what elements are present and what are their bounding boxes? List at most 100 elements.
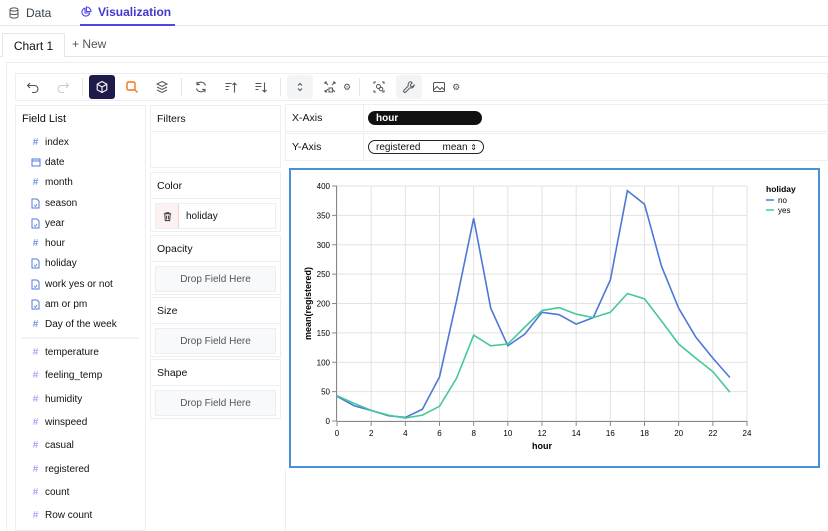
field-item-date[interactable]: date bbox=[16, 152, 145, 172]
undo-button[interactable] bbox=[20, 75, 46, 99]
search-icon bbox=[126, 81, 138, 93]
redo-button[interactable] bbox=[50, 75, 76, 99]
measure-list: # temperature # feeling_temp # humidity # winsp… bbox=[16, 341, 145, 527]
fit-screen-button[interactable] bbox=[317, 75, 343, 99]
color-panel: Color holiday bbox=[150, 172, 281, 232]
expand-collapse-button[interactable] bbox=[287, 75, 313, 99]
y-tick-label: 250 bbox=[317, 270, 331, 279]
field-item-feeling_temp[interactable]: # feeling_temp bbox=[16, 364, 145, 387]
measure-icon: # bbox=[32, 393, 39, 405]
size-panel: Size Drop Field Here bbox=[150, 297, 281, 357]
field-item-year[interactable]: year bbox=[16, 213, 145, 233]
x-tick-label: 14 bbox=[572, 429, 581, 438]
text-file-icon bbox=[29, 198, 42, 209]
field-item-month[interactable]: # month bbox=[16, 173, 145, 193]
field-item-season[interactable]: season bbox=[16, 193, 145, 213]
field-item-day-of-the-week[interactable]: # Day of the week bbox=[16, 315, 145, 335]
x-tick-label: 0 bbox=[335, 429, 340, 438]
field-item-humidity[interactable]: # humidity bbox=[16, 388, 145, 411]
layers-button[interactable] bbox=[149, 75, 175, 99]
export-image-button[interactable] bbox=[426, 75, 452, 99]
field-list-panel: Field List # index date # month season year # ho… bbox=[15, 105, 146, 531]
field-name: Day of the week bbox=[45, 319, 117, 331]
shape-drop-zone[interactable]: Drop Field Here bbox=[155, 390, 276, 416]
chevron-up-down-icon: ⇕ bbox=[470, 142, 477, 152]
opacity-drop-zone[interactable]: Drop Field Here bbox=[155, 266, 276, 292]
x-tick-label: 24 bbox=[743, 429, 752, 438]
field-item-count[interactable]: # count bbox=[16, 481, 145, 504]
field-item-registered[interactable]: # registered bbox=[16, 457, 145, 480]
y-tick-label: 0 bbox=[326, 417, 331, 426]
refresh-button[interactable] bbox=[188, 75, 214, 99]
x-tick-label: 22 bbox=[708, 429, 717, 438]
field-item-row-count[interactable]: # Row count bbox=[16, 504, 145, 527]
sort-ascending-icon bbox=[225, 82, 237, 93]
color-title: Color bbox=[151, 173, 280, 199]
tab-visualization[interactable]: Visualization bbox=[80, 0, 176, 26]
y-tick-label: 150 bbox=[317, 329, 331, 338]
field-item-casual[interactable]: # casual bbox=[16, 434, 145, 457]
fit-settings-icon[interactable]: ⚙ bbox=[343, 82, 351, 93]
fit-screen-icon bbox=[324, 81, 336, 93]
field-item-holiday[interactable]: holiday bbox=[16, 254, 145, 274]
tab-visualization-label: Visualization bbox=[98, 5, 172, 19]
export-settings-icon[interactable]: ⚙ bbox=[452, 82, 460, 93]
field-item-hour[interactable]: # hour bbox=[16, 233, 145, 253]
new-chart-button[interactable]: + New bbox=[72, 37, 106, 51]
field-name: month bbox=[45, 177, 73, 189]
field-item-work-yes-or-not[interactable]: work yes or not bbox=[16, 274, 145, 294]
config-button[interactable] bbox=[396, 75, 423, 99]
field-item-temperature[interactable]: # temperature bbox=[16, 341, 145, 364]
chart-tab-1[interactable]: Chart 1 bbox=[2, 33, 65, 58]
y-axis-field: registered bbox=[376, 141, 421, 153]
sort-ascending-button[interactable] bbox=[218, 75, 244, 99]
text-file-icon bbox=[29, 299, 42, 310]
measure-icon: # bbox=[32, 510, 39, 522]
chart-area-frame bbox=[285, 470, 828, 531]
filters-panel: Filters bbox=[150, 105, 281, 168]
pie-chart-icon bbox=[81, 6, 92, 17]
sort-descending-button[interactable] bbox=[248, 75, 274, 99]
opacity-title: Opacity bbox=[151, 236, 280, 262]
x-tick-label: 20 bbox=[674, 429, 683, 438]
text-file-icon bbox=[29, 279, 42, 290]
series-line-no bbox=[336, 189, 731, 419]
x-tick-label: 18 bbox=[640, 429, 649, 438]
x-tick-label: 2 bbox=[369, 429, 374, 438]
measure-icon: # bbox=[32, 463, 39, 475]
shape-panel: Shape Drop Field Here bbox=[150, 359, 281, 419]
x-tick-label: 8 bbox=[471, 429, 476, 438]
filters-drop-zone[interactable] bbox=[151, 132, 280, 167]
legend-label-yes: yes bbox=[778, 206, 790, 215]
y-axis-field-pill[interactable]: registered mean ⇕ bbox=[368, 140, 484, 154]
y-axis-label: Y-Axis bbox=[286, 134, 364, 160]
trash-icon bbox=[163, 211, 171, 221]
mark-type-button[interactable] bbox=[89, 75, 115, 99]
field-list-divider bbox=[22, 336, 139, 339]
tab-data[interactable]: Data bbox=[8, 0, 51, 26]
x-tick-label: 4 bbox=[403, 429, 408, 438]
refresh-icon bbox=[195, 81, 207, 93]
filters-title: Filters bbox=[151, 106, 280, 132]
remove-color-field-button[interactable] bbox=[156, 204, 179, 228]
screenshot-icon bbox=[373, 81, 385, 93]
field-item-index[interactable]: # index bbox=[16, 132, 145, 152]
x-axis-field-pill[interactable]: hour bbox=[368, 111, 482, 125]
field-name: hour bbox=[45, 238, 66, 250]
size-drop-zone[interactable]: Drop Field Here bbox=[155, 328, 276, 354]
screenshot-button[interactable] bbox=[366, 75, 392, 99]
calendar-icon bbox=[29, 157, 42, 167]
x-tick-label: 6 bbox=[437, 429, 442, 438]
measure-icon: # bbox=[32, 486, 39, 498]
field-name: holiday bbox=[45, 258, 77, 270]
search-button[interactable] bbox=[119, 75, 145, 99]
aggregation-select[interactable]: mean ⇕ bbox=[443, 142, 478, 153]
color-field-chip[interactable]: holiday bbox=[155, 203, 276, 229]
cube-icon bbox=[96, 80, 108, 94]
undo-icon bbox=[26, 82, 39, 94]
measure-icon: # bbox=[32, 370, 39, 382]
field-name: season bbox=[45, 197, 78, 209]
x-tick-label: 12 bbox=[538, 429, 547, 438]
field-item-winspeed[interactable]: # winspeed bbox=[16, 411, 145, 434]
field-item-am-or-pm[interactable]: am or pm bbox=[16, 294, 145, 314]
